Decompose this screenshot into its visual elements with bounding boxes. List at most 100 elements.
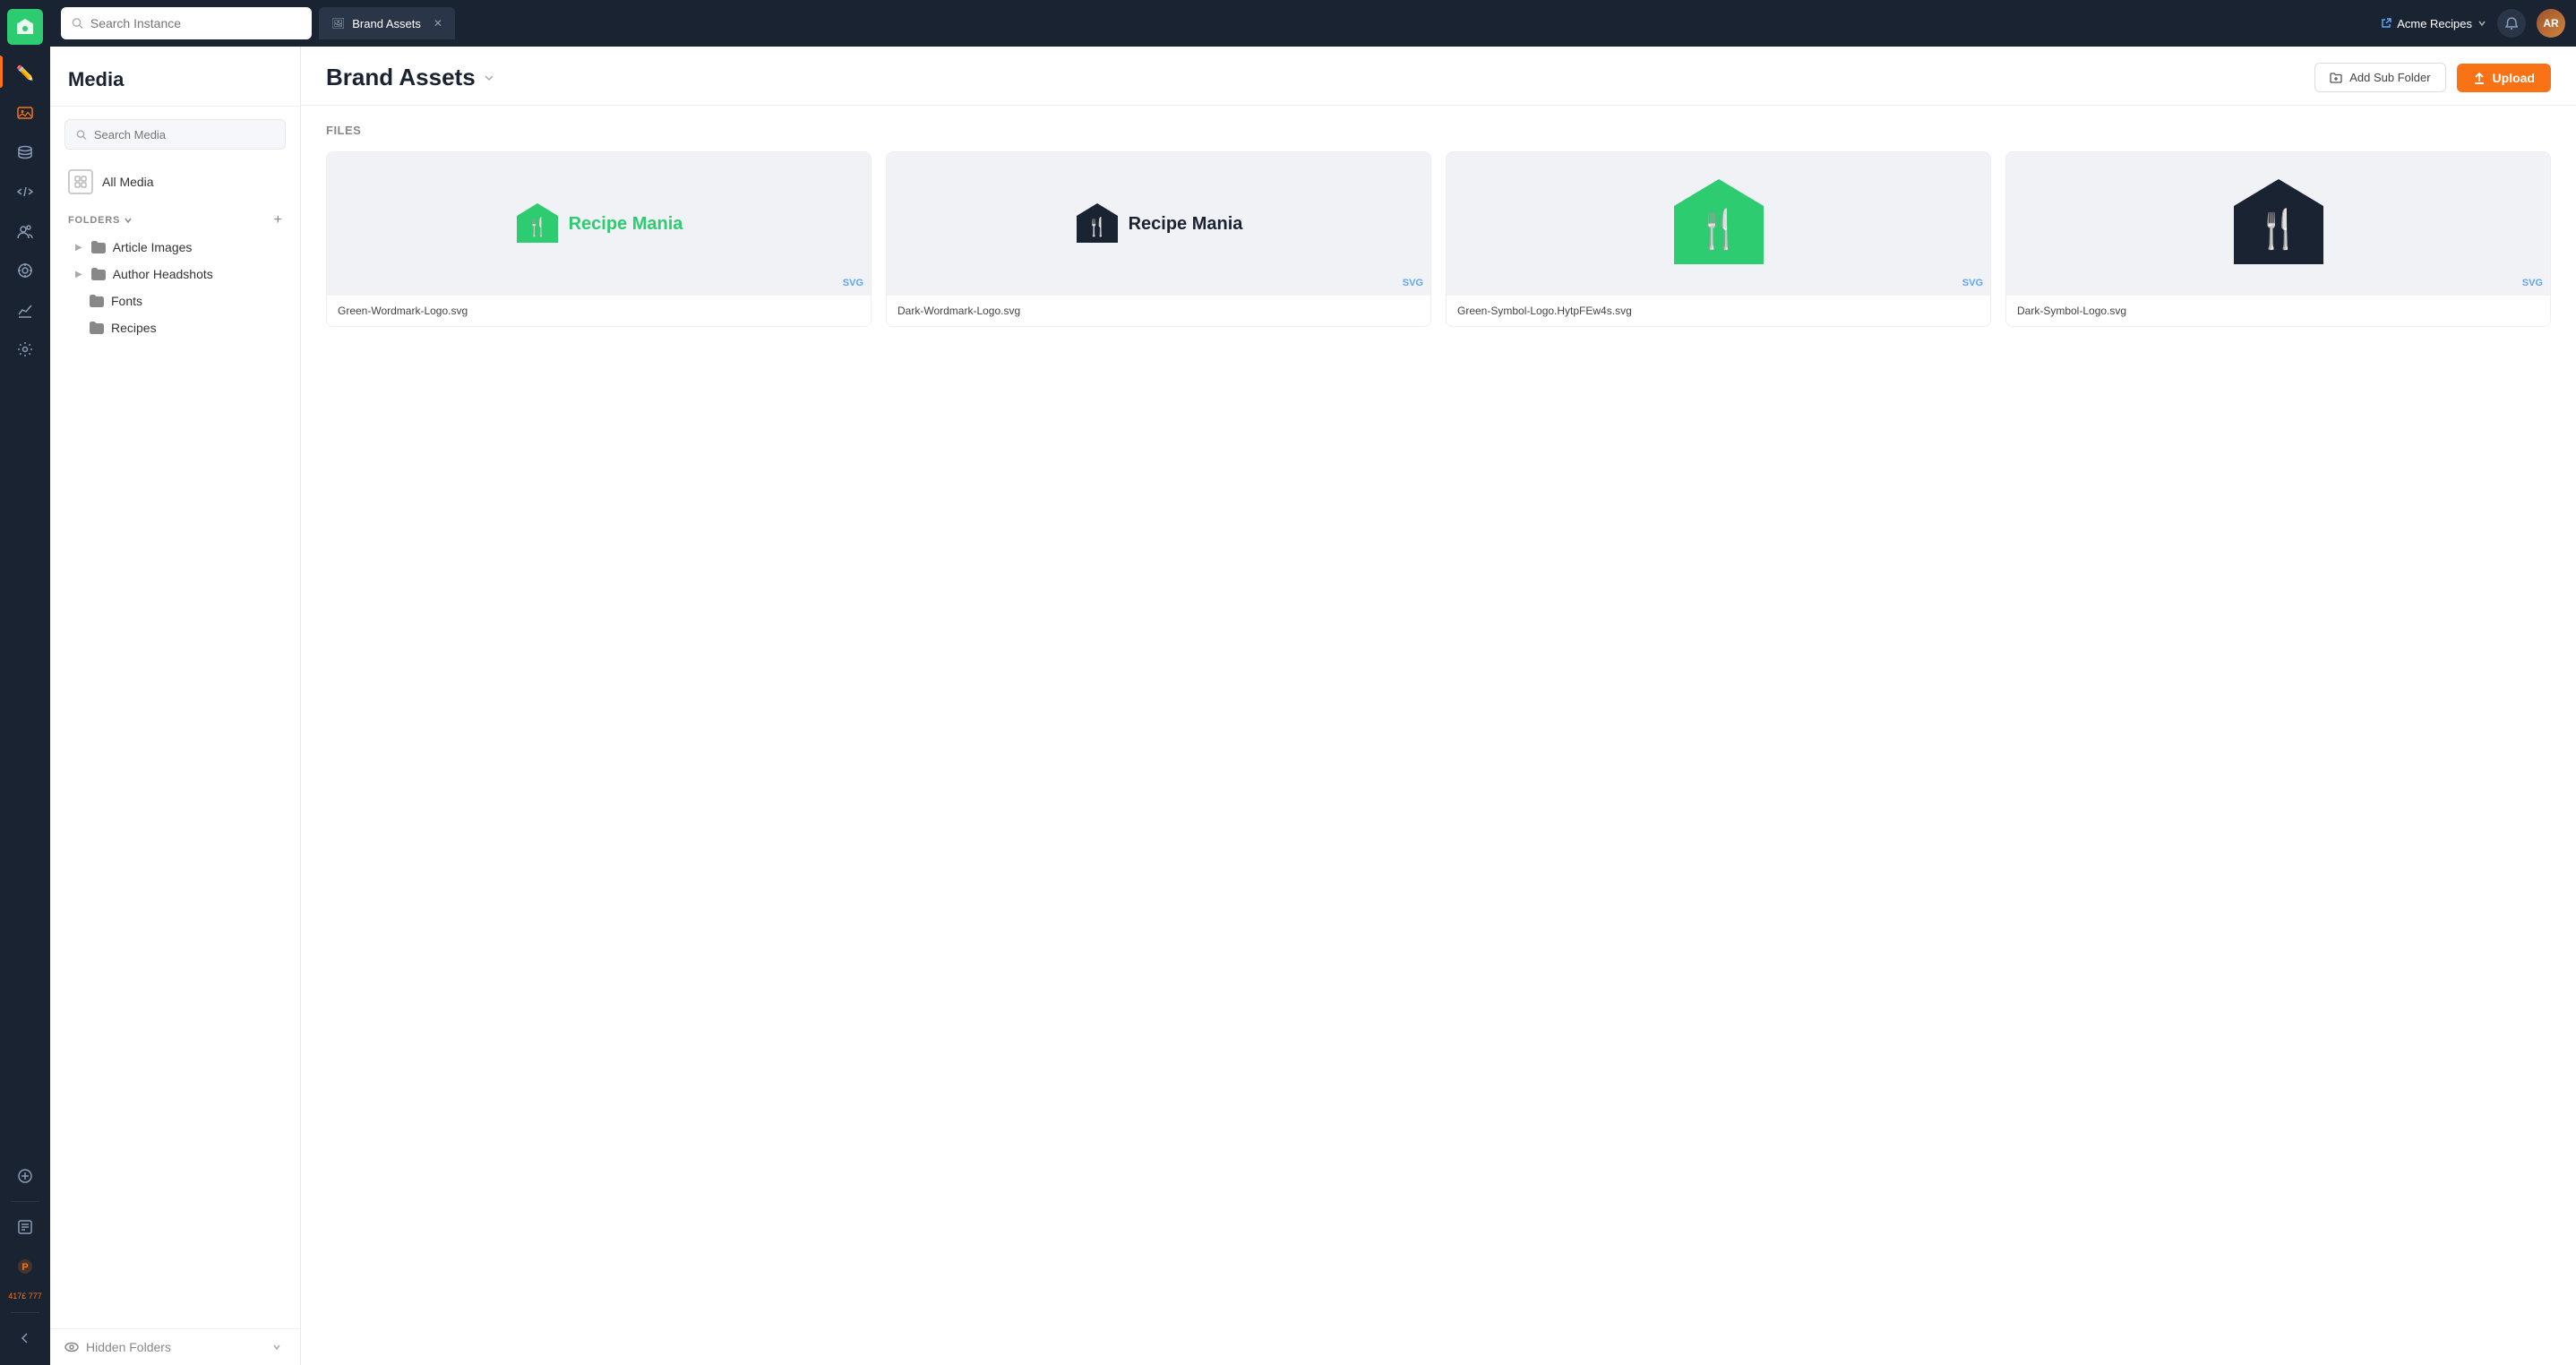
- search-instance-container: [61, 7, 312, 39]
- folder-item-fonts[interactable]: Fonts: [50, 288, 300, 314]
- folder-item-recipes[interactable]: Recipes: [50, 314, 300, 341]
- upload-button[interactable]: Upload: [2457, 64, 2551, 92]
- folder-name-recipes: Recipes: [111, 321, 157, 335]
- sidebar-item-target[interactable]: [7, 253, 43, 288]
- tab-close-button[interactable]: ✕: [434, 17, 442, 30]
- file-preview-green-symbol: 🍴 SVG: [1447, 152, 1990, 296]
- right-panel-header: Brand Assets Add Sub Folder: [301, 47, 2576, 106]
- sidebar-item-add[interactable]: [7, 1158, 43, 1194]
- folders-header: FOLDERS +: [50, 202, 300, 234]
- file-card-green-wordmark[interactable]: 🍴 Recipe Mania SVG Green-Wordmark-Logo.s…: [326, 151, 872, 327]
- folder-name-fonts: Fonts: [111, 294, 142, 308]
- hidden-folders-label: Hidden Folders: [86, 1340, 264, 1354]
- right-panel-title: Brand Assets: [326, 64, 495, 91]
- file-preview-dark-symbol: 🍴 SVG: [2006, 152, 2550, 296]
- folder-item-article-images[interactable]: ▶ Article Images: [50, 234, 300, 261]
- search-media-container: [64, 119, 286, 150]
- hidden-folders-item[interactable]: Hidden Folders: [50, 1328, 300, 1365]
- folder-expand-icon: ▶: [75, 243, 82, 253]
- sidebar-item-media[interactable]: [7, 95, 43, 131]
- title-chevron-icon[interactable]: [483, 72, 495, 84]
- file-name-4: Dark-Symbol-Logo.svg: [2006, 296, 2550, 326]
- folder-expand-icon-2: ▶: [75, 270, 82, 279]
- eye-icon: [64, 1340, 79, 1354]
- dark-wordmark-text: Recipe Mania: [1129, 214, 1243, 235]
- upload-label: Upload: [2493, 71, 2535, 85]
- file-card-dark-wordmark[interactable]: 🍴 Recipe Mania SVG Dark-Wordmark-Logo.sv…: [886, 151, 1431, 327]
- folder-icon-3: [90, 295, 104, 307]
- green-wordmark-text: Recipe Mania: [569, 214, 683, 235]
- folders-label: FOLDERS: [68, 215, 133, 226]
- dark-wordmark-symbol: 🍴: [1075, 202, 1120, 246]
- content-layout: Media All: [50, 47, 2576, 1365]
- main-area: 🖼 Brand Assets ✕ Acme Recipes: [50, 0, 2576, 1365]
- file-name-2: Dark-Wordmark-Logo.svg: [887, 296, 1430, 326]
- folder-icon: [91, 241, 106, 253]
- svg-text:🍴: 🍴: [1086, 216, 1108, 237]
- svg-text:🍴: 🍴: [1695, 207, 1741, 252]
- folders-chevron-icon: [124, 216, 133, 225]
- svg-text:P: P: [21, 1262, 28, 1273]
- media-title: Media: [68, 68, 124, 90]
- left-panel: Media All: [50, 47, 301, 1365]
- add-subfolder-button[interactable]: Add Sub Folder: [2314, 63, 2445, 92]
- sidebar-item-settings[interactable]: [7, 331, 43, 367]
- sidebar-item-plugin[interactable]: P: [7, 1249, 43, 1284]
- add-folder-button[interactable]: +: [274, 212, 282, 228]
- search-media-icon: [76, 129, 87, 141]
- right-panel-actions: Add Sub Folder Upload: [2314, 63, 2551, 92]
- tab-label: Brand Assets: [352, 17, 421, 30]
- green-symbol-svg: 🍴: [1670, 175, 1768, 273]
- brand-assets-tab[interactable]: 🖼 Brand Assets ✕: [319, 7, 455, 39]
- file-card-dark-symbol[interactable]: 🍴 SVG Dark-Symbol-Logo.svg: [2005, 151, 2551, 327]
- active-indicator: [0, 56, 3, 88]
- sidebar: ✏️: [0, 0, 50, 1365]
- file-card-green-symbol[interactable]: 🍴 SVG Green-Symbol-Logo.HytpFEw4s.svg: [1446, 151, 1991, 327]
- app-logo[interactable]: [7, 9, 43, 45]
- sidebar-item-edit[interactable]: ✏️: [7, 56, 43, 91]
- sidebar-item-code[interactable]: [7, 174, 43, 210]
- sidebar-item-users[interactable]: [7, 213, 43, 249]
- left-panel-header: Media: [50, 47, 300, 107]
- dark-symbol-svg: 🍴: [2229, 175, 2328, 273]
- tab-icon: 🖼: [331, 17, 345, 30]
- sidebar-item-database[interactable]: [7, 134, 43, 170]
- folder-icon-2: [91, 268, 106, 280]
- folder-name-article-images: Article Images: [113, 240, 193, 254]
- all-media-item[interactable]: All Media: [50, 162, 300, 202]
- topbar-right: Acme Recipes AR: [2381, 9, 2565, 38]
- right-panel: Brand Assets Add Sub Folder: [301, 47, 2576, 1365]
- sidebar-divider: [11, 1201, 39, 1202]
- sidebar-item-log[interactable]: [7, 1209, 43, 1245]
- topbar: 🖼 Brand Assets ✕ Acme Recipes: [50, 0, 2576, 47]
- version-badge: 417£ 777: [8, 1292, 42, 1301]
- search-icon: [72, 17, 83, 30]
- add-subfolder-label: Add Sub Folder: [2349, 71, 2430, 84]
- green-wordmark-symbol: 🍴: [515, 202, 560, 246]
- folder-icon-4: [90, 322, 104, 334]
- svg-text:🍴: 🍴: [2254, 207, 2301, 252]
- instance-name: Acme Recipes: [2397, 17, 2472, 30]
- folder-item-author-headshots[interactable]: ▶ Author Headshots: [50, 261, 300, 288]
- sidebar-collapse-button[interactable]: [7, 1320, 43, 1356]
- chevron-down-icon: [2477, 19, 2486, 28]
- brand-assets-title: Brand Assets: [326, 64, 476, 91]
- notification-button[interactable]: [2497, 9, 2526, 38]
- files-grid: 🍴 Recipe Mania SVG Green-Wordmark-Logo.s…: [326, 151, 2551, 327]
- avatar[interactable]: AR: [2537, 9, 2565, 38]
- files-section: Files 🍴 Recipe Mania: [301, 106, 2576, 1365]
- all-media-icon: [68, 169, 93, 194]
- add-subfolder-icon: [2330, 72, 2342, 84]
- sidebar-divider-2: [11, 1312, 39, 1313]
- tab-bar: 🖼 Brand Assets ✕: [319, 7, 455, 39]
- upload-icon: [2473, 72, 2486, 84]
- search-media-input[interactable]: [94, 128, 274, 142]
- svg-text:🍴: 🍴: [526, 216, 548, 237]
- file-preview-green-wordmark: 🍴 Recipe Mania SVG: [327, 152, 871, 296]
- external-link-icon: [2381, 18, 2391, 29]
- files-label: Files: [326, 124, 2551, 137]
- sidebar-item-analytics[interactable]: [7, 292, 43, 328]
- search-instance-input[interactable]: [90, 16, 301, 30]
- file-name-1: Green-Wordmark-Logo.svg: [327, 296, 871, 326]
- instance-link[interactable]: Acme Recipes: [2381, 17, 2486, 30]
